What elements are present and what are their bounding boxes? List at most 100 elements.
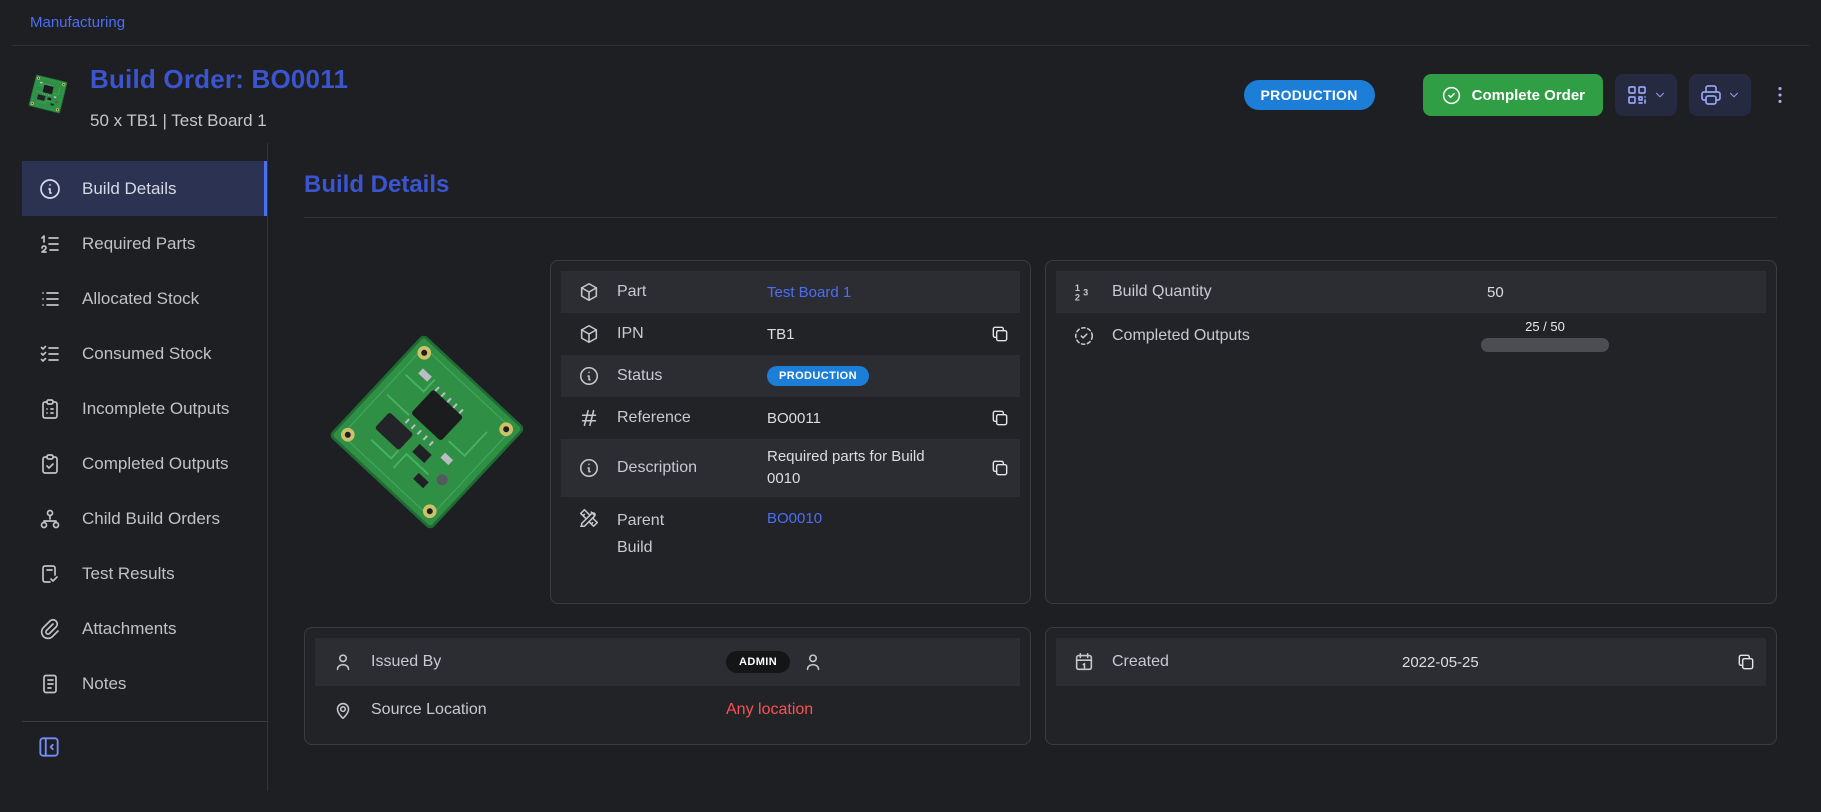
source-location-value: Any location (726, 701, 1020, 719)
row-label: Source Location (371, 701, 726, 719)
list-icon (38, 287, 62, 311)
svg-text:2: 2 (1075, 292, 1080, 302)
row-label: Completed Outputs (1112, 327, 1481, 345)
complete-order-button[interactable]: Complete Order (1423, 74, 1603, 116)
sidebar-item-label: Build Details (82, 179, 177, 199)
svg-text:3: 3 (1083, 288, 1088, 298)
copy-reference-button[interactable] (988, 406, 1012, 430)
breadcrumb-link-manufacturing[interactable]: Manufacturing (30, 14, 125, 31)
build-quantity-value: 50 (1481, 284, 1504, 301)
sidebar-item-allocated-stock[interactable]: Allocated Stock (22, 271, 267, 326)
created-value: 2022-05-25 (1402, 654, 1722, 671)
table-row-created: Created 2022-05-25 (1056, 638, 1766, 686)
box-icon (578, 281, 600, 303)
sidebar-item-label: Consumed Stock (82, 344, 211, 364)
printer-icon (1699, 83, 1723, 107)
chevron-down-icon (1653, 88, 1667, 102)
description-value: Required parts for Build 0010 (767, 446, 931, 490)
pcb-image (311, 316, 543, 548)
sidebar-item-test-results[interactable]: Test Results (22, 546, 267, 601)
box-icon (578, 323, 600, 345)
table-row-status: Status PRODUCTION (561, 355, 1020, 397)
calendar-icon (1073, 651, 1095, 673)
row-label: Issued By (371, 653, 726, 671)
list-numbers-icon (38, 232, 62, 256)
copy-icon (1736, 652, 1756, 672)
print-actions-button[interactable] (1689, 74, 1751, 116)
row-label: Reference (617, 409, 767, 427)
header-actions: PRODUCTION Complete Order (1244, 74, 1795, 116)
panel-title: Build Details (304, 171, 1777, 199)
row-label: Parent Build (617, 507, 687, 561)
build-details-card: Part Test Board 1 IPN TB1 Status PRODUCT… (550, 260, 1031, 604)
table-row-build-quantity: 123 Build Quantity 50 (1056, 271, 1766, 313)
breadcrumb: Manufacturing (12, 0, 1809, 46)
sidebar-collapse-button[interactable] (36, 734, 62, 760)
sidebar-divider (22, 721, 267, 722)
progress-check-icon (1073, 325, 1095, 347)
status-badge: PRODUCTION (1244, 80, 1375, 110)
table-row-parent-build: Parent Build BO0010 (561, 497, 1020, 593)
progress-bar: 25 / 50 (1481, 313, 1609, 358)
sidebar-collapse-icon (36, 734, 62, 760)
tools-icon (578, 507, 600, 529)
issued-by-badge: ADMIN (726, 651, 790, 673)
copy-ipn-button[interactable] (988, 322, 1012, 346)
sidebar-item-child-build-orders[interactable]: Child Build Orders (22, 491, 267, 546)
details-cell: Part Test Board 1 IPN TB1 Status PRODUCT… (304, 260, 1031, 604)
user-icon (332, 651, 354, 673)
reference-value: BO0011 (767, 410, 976, 427)
issue-card: Issued By ADMIN Source Location Any loca… (304, 627, 1031, 745)
qrcode-icon (1625, 83, 1649, 107)
user-icon (802, 651, 824, 673)
sidebar-item-label: Incomplete Outputs (82, 399, 229, 419)
chevron-down-icon (1727, 88, 1741, 102)
sidebar: Build Details Required Parts Allocated S… (0, 143, 268, 791)
row-label: Part (617, 283, 767, 301)
copy-created-button[interactable] (1734, 650, 1758, 674)
details-grid: Part Test Board 1 IPN TB1 Status PRODUCT… (304, 260, 1777, 745)
sidebar-item-label: Completed Outputs (82, 454, 228, 474)
sidebar-item-label: Child Build Orders (82, 509, 220, 529)
ipn-value: TB1 (767, 326, 976, 343)
sidebar-item-incomplete-outputs[interactable]: Incomplete Outputs (22, 381, 267, 436)
sidebar-item-attachments[interactable]: Attachments (22, 601, 267, 656)
sidebar-item-notes[interactable]: Notes (22, 656, 267, 711)
table-row-source-location: Source Location Any location (315, 686, 1020, 734)
sidebar-item-required-parts[interactable]: Required Parts (22, 216, 267, 271)
sidebar-item-label: Allocated Stock (82, 289, 199, 309)
sitemap-icon (38, 507, 62, 531)
copy-icon (990, 324, 1010, 344)
row-label: Status (617, 367, 767, 385)
clipboard-list-icon (38, 397, 62, 421)
row-label: Created (1112, 653, 1402, 671)
sidebar-item-label: Required Parts (82, 234, 195, 254)
row-label: IPN (617, 325, 767, 343)
barcode-actions-button[interactable] (1615, 74, 1677, 116)
paperclip-icon (38, 617, 62, 641)
table-row-reference: Reference BO0011 (561, 397, 1020, 439)
map-pin-icon (332, 699, 354, 721)
parent-build-link[interactable]: BO0010 (767, 510, 822, 527)
page-subtitle: 50 x TB1 | Test Board 1 (90, 111, 348, 131)
page-title: Build Order: BO0011 (90, 64, 348, 95)
sidebar-item-completed-outputs[interactable]: Completed Outputs (22, 436, 267, 491)
sidebar-item-consumed-stock[interactable]: Consumed Stock (22, 326, 267, 381)
copy-description-button[interactable] (988, 456, 1012, 480)
complete-order-label: Complete Order (1472, 87, 1585, 104)
main-panel: Build Details Part Test Board 1 IPN (268, 143, 1821, 791)
created-card: Created 2022-05-25 (1045, 627, 1777, 745)
row-label: Description (617, 459, 767, 477)
part-thumbnail[interactable] (24, 70, 72, 118)
sidebar-item-label: Notes (82, 674, 126, 694)
table-row-completed-outputs: Completed Outputs 25 / 50 (1056, 313, 1766, 358)
more-actions-button[interactable] (1765, 80, 1795, 110)
part-link[interactable]: Test Board 1 (767, 284, 851, 301)
copy-icon (990, 408, 1010, 428)
file-check-icon (38, 562, 62, 586)
quantities-card: 123 Build Quantity 50 Completed Outputs … (1045, 260, 1777, 604)
table-row-description: Description Required parts for Build 001… (561, 439, 1020, 497)
info-circle-icon (38, 177, 62, 201)
sidebar-item-label: Attachments (82, 619, 177, 639)
sidebar-item-build-details[interactable]: Build Details (22, 161, 267, 216)
